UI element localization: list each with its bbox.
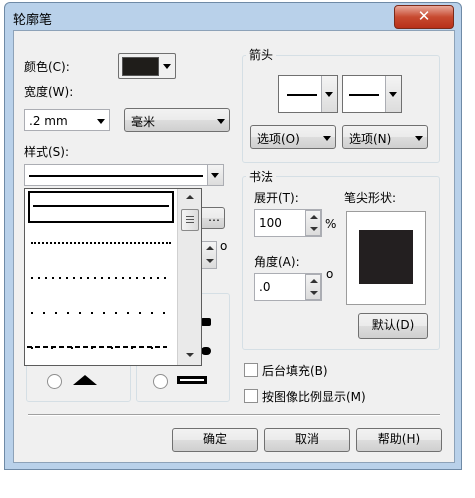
window-title: 轮廓笔 — [13, 13, 53, 28]
arrow-options-right-button[interactable]: 选项(N) — [342, 125, 428, 149]
width-label: 宽度(W): — [24, 85, 74, 99]
arrow-start-dropdown[interactable] — [321, 76, 337, 112]
spin-down-icon — [206, 259, 214, 263]
bevel-corner-icon — [73, 375, 97, 385]
ok-button[interactable]: 确定 — [172, 428, 258, 452]
arrow-end-dropdown[interactable] — [385, 76, 401, 112]
stretch-value: 100 — [259, 216, 282, 230]
chevron-down-icon — [389, 92, 397, 97]
chevron-down-icon — [415, 136, 423, 141]
calligraphy-group-title: 书法 — [246, 168, 277, 185]
style-dropdown-list — [24, 188, 202, 366]
arrow-options-right-label: 选项(N) — [349, 132, 392, 146]
scroll-up-icon — [186, 195, 194, 199]
spin-up-icon — [206, 246, 214, 250]
nib-shape-square — [359, 230, 413, 284]
behind-fill-label: 后台填充(B) — [262, 364, 328, 378]
spin-up-icon — [310, 279, 318, 283]
chevron-down-icon — [217, 119, 225, 124]
separator — [28, 414, 440, 416]
behind-fill-checkbox[interactable] — [244, 363, 258, 377]
spin-control[interactable] — [201, 241, 217, 269]
scale-with-image-checkbox[interactable] — [244, 389, 258, 403]
style-option-dotted-fine[interactable] — [28, 227, 174, 259]
stretch-label: 展开(T): — [254, 191, 299, 205]
width-unit: 毫米 — [131, 115, 156, 129]
scroll-down-icon — [186, 353, 194, 357]
color-swatch — [122, 57, 159, 76]
stretch-unit: % — [325, 217, 337, 231]
spin-down-icon — [310, 291, 318, 295]
angle-label: 角度(A): — [254, 255, 300, 269]
color-label: 颜色(C): — [24, 60, 70, 74]
arrow-options-left-label: 选项(O) — [257, 132, 300, 146]
style-select[interactable] — [24, 164, 224, 186]
angle-unit: o — [326, 267, 334, 281]
chevron-down-icon — [325, 92, 333, 97]
arrow-options-left-button[interactable]: 选项(O) — [250, 125, 336, 149]
width-unit-select[interactable]: 毫米 — [124, 108, 230, 132]
dialog-window: 轮廓笔 ✕ 颜色(C): 宽度(W): .2 mm 毫米 样式(S): … o … — [4, 2, 462, 470]
cancel-button[interactable]: 取消 — [264, 428, 350, 452]
square-cap-icon — [177, 376, 207, 384]
line-cap-radio[interactable] — [153, 374, 168, 389]
style-option-solid[interactable] — [28, 191, 174, 223]
angle-input[interactable]: .0 — [254, 273, 322, 301]
style-option-dashed[interactable] — [27, 343, 173, 351]
style-dropdown-button[interactable] — [207, 165, 223, 185]
angle-spinner[interactable] — [305, 274, 321, 300]
nib-shape-preview[interactable] — [346, 211, 426, 305]
nib-shape-label: 笔尖形状: — [344, 191, 397, 205]
corner-radio[interactable] — [47, 374, 62, 389]
arrows-group-title: 箭头 — [246, 46, 277, 63]
width-value-select[interactable]: .2 mm — [24, 109, 110, 131]
degree-mark: o — [220, 239, 228, 253]
cap-shape-icon — [201, 318, 211, 326]
round-cap-icon — [201, 347, 211, 355]
spin-down-icon — [310, 227, 318, 231]
color-picker-button[interactable] — [118, 53, 176, 79]
width-value: .2 mm — [29, 114, 68, 128]
more-button[interactable]: … — [199, 207, 225, 229]
chevron-down-icon — [323, 136, 331, 141]
spin-up-icon — [310, 215, 318, 219]
style-option-dotted-2[interactable] — [28, 297, 174, 329]
arrow-start-select[interactable] — [278, 75, 338, 113]
chevron-down-icon — [163, 64, 171, 69]
style-list-scrollbar[interactable] — [177, 189, 201, 365]
dialog-body: 颜色(C): 宽度(W): .2 mm 毫米 样式(S): … o 箭头 选项(… — [13, 30, 455, 463]
style-solid-line — [29, 175, 203, 177]
style-option-dotted-1[interactable] — [28, 262, 174, 294]
scale-with-image-label: 按图像比例显示(M) — [262, 390, 366, 404]
help-button[interactable]: 帮助(H) — [356, 428, 442, 452]
arrow-end-select[interactable] — [342, 75, 402, 113]
default-nib-button[interactable]: 默认(D) — [358, 313, 428, 339]
chevron-down-icon — [97, 119, 105, 124]
close-button[interactable]: ✕ — [394, 5, 454, 29]
stretch-spinner[interactable] — [305, 210, 321, 236]
chevron-down-icon — [211, 173, 219, 178]
title-bar: 轮廓笔 ✕ — [5, 3, 461, 29]
style-label: 样式(S): — [24, 145, 70, 159]
stretch-input[interactable]: 100 — [254, 209, 322, 237]
angle-value: .0 — [259, 280, 271, 294]
scroll-thumb[interactable] — [181, 209, 199, 231]
